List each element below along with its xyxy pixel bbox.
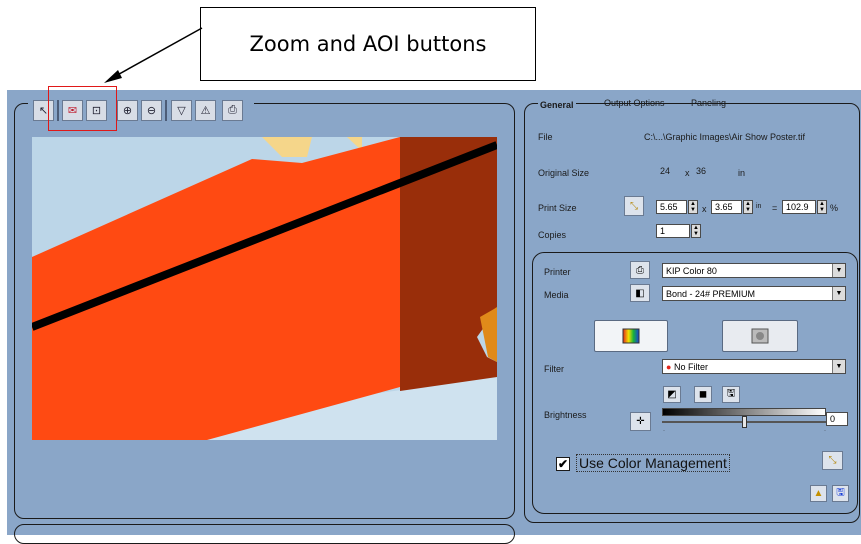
callout-box: Zoom and AOI buttons bbox=[200, 7, 536, 81]
save-icon: 🖫 bbox=[836, 487, 845, 498]
print-button[interactable]: ⎙ bbox=[222, 100, 243, 121]
save-settings-button[interactable]: 🖫 bbox=[832, 485, 849, 502]
toolbar-separator bbox=[165, 100, 167, 121]
file-label: File bbox=[538, 132, 553, 142]
original-x: x bbox=[685, 168, 690, 178]
use-color-management-checkbox[interactable]: ✔ bbox=[556, 457, 570, 471]
media-select[interactable]: Bond - 24# PREMIUM ▼ bbox=[662, 286, 846, 301]
print-width-field[interactable]: 5.65 bbox=[656, 200, 687, 214]
zoom-out-icon: ⊖ bbox=[146, 105, 157, 117]
equals-sign: = bbox=[772, 203, 778, 213]
grayscale-icon bbox=[751, 328, 769, 344]
tab-paneling[interactable]: Paneling bbox=[691, 98, 726, 108]
filter-label: Filter bbox=[544, 364, 564, 374]
fit-size-button[interactable]: ⤡ bbox=[624, 196, 644, 216]
brightness-value-field[interactable]: 0 bbox=[826, 412, 848, 426]
filter-contrast-button[interactable]: ◼ bbox=[694, 386, 712, 403]
chevron-down-icon: ▼ bbox=[832, 360, 845, 373]
load-icon: ▲ bbox=[813, 488, 824, 499]
original-height: 36 bbox=[696, 166, 707, 176]
highlight-box bbox=[48, 86, 117, 131]
print-height-field[interactable]: 3.65 bbox=[711, 200, 742, 214]
zoom-in-button[interactable]: ⊕ bbox=[117, 100, 138, 121]
zoom-out-button[interactable]: ⊖ bbox=[141, 100, 162, 121]
crosshair-icon: ✛ bbox=[636, 416, 645, 427]
funnel-icon: ▽ bbox=[177, 105, 186, 117]
image-preview[interactable] bbox=[32, 137, 497, 440]
copies-spinner[interactable]: ▲ ▼ bbox=[691, 224, 701, 238]
original-size-label: Original Size bbox=[538, 168, 590, 178]
print-x: x bbox=[702, 204, 707, 214]
printer-label: Printer bbox=[544, 267, 571, 277]
media-label: Media bbox=[544, 290, 569, 300]
tick-left: · bbox=[663, 428, 665, 434]
checkmark-icon: ✔ bbox=[557, 457, 569, 471]
filter-select[interactable]: ● No Filter ▼ bbox=[662, 359, 846, 374]
artwork bbox=[32, 137, 497, 440]
callout-arrow bbox=[104, 27, 203, 83]
brightness-slider-thumb[interactable] bbox=[742, 416, 747, 428]
tick-right: · bbox=[824, 428, 826, 434]
contrast-icon: ◼ bbox=[698, 389, 708, 400]
copies-field[interactable]: 1 bbox=[656, 224, 690, 238]
tab-general[interactable]: General bbox=[538, 100, 576, 110]
brightness-reset-button[interactable]: ✛ bbox=[630, 412, 651, 431]
brightness-label: Brightness bbox=[544, 410, 587, 420]
warning-icon: ⚠ bbox=[200, 105, 211, 117]
print-unit: in bbox=[756, 203, 762, 210]
tab-output-options[interactable]: Output Options bbox=[604, 98, 665, 108]
brightness-gradient bbox=[662, 408, 826, 416]
grayscale-mode-button[interactable] bbox=[722, 320, 798, 352]
color-profile-button[interactable]: ⤡ bbox=[822, 451, 843, 470]
adjust-icon: ◩ bbox=[667, 389, 677, 400]
load-settings-button[interactable]: ▲ bbox=[810, 485, 827, 502]
color-gradient-icon bbox=[622, 328, 640, 344]
use-color-management-label[interactable]: Use Color Management bbox=[576, 454, 730, 472]
printer-icon: ⎙ bbox=[228, 104, 237, 116]
print-percent-field[interactable]: 102.9 bbox=[782, 200, 816, 214]
warning-button[interactable]: ⚠ bbox=[195, 100, 216, 121]
printer-value: KIP Color 80 bbox=[666, 266, 717, 276]
printer-settings-button[interactable]: ⎙ bbox=[630, 261, 650, 279]
percent-sign: % bbox=[830, 203, 839, 213]
media-settings-button[interactable]: ◧ bbox=[630, 284, 650, 302]
printer-icon: ⎙ bbox=[636, 264, 644, 276]
original-width: 24 bbox=[660, 166, 671, 176]
filter-button[interactable]: ▽ bbox=[171, 100, 192, 121]
print-height-spinner[interactable]: ▲ ▼ bbox=[743, 200, 753, 214]
filter-edit-button[interactable]: ◩ bbox=[663, 386, 681, 403]
print-percent-spinner[interactable]: ▲ ▼ bbox=[817, 200, 827, 214]
filter-color-icon: ● bbox=[666, 362, 672, 372]
color-mode-button[interactable] bbox=[594, 320, 668, 352]
printer-select[interactable]: KIP Color 80 ▼ bbox=[662, 263, 846, 278]
filter-value: No Filter bbox=[673, 362, 708, 372]
copies-label: Copies bbox=[538, 230, 567, 240]
scale-icon: ⤡ bbox=[630, 200, 638, 212]
save-icon: 🖫 bbox=[726, 388, 736, 399]
file-path: C:\...\Graphic Images\Air Show Poster.ti… bbox=[644, 132, 806, 142]
callout-text: Zoom and AOI buttons bbox=[249, 32, 487, 56]
print-size-label: Print Size bbox=[538, 203, 577, 213]
print-width-spinner[interactable]: ▲ ▼ bbox=[688, 200, 698, 214]
chevron-down-icon: ▼ bbox=[832, 264, 845, 277]
zoom-in-icon: ⊕ bbox=[122, 105, 133, 117]
pointer-icon: ↖ bbox=[38, 105, 49, 117]
eyedropper-icon: ⤡ bbox=[828, 455, 837, 466]
lower-panel bbox=[14, 524, 515, 544]
original-unit: in bbox=[738, 168, 746, 178]
filter-save-button[interactable]: 🖫 bbox=[722, 386, 740, 403]
chevron-down-icon: ▼ bbox=[832, 287, 845, 300]
media-icon: ◧ bbox=[635, 287, 645, 299]
media-value: Bond - 24# PREMIUM bbox=[666, 289, 756, 299]
